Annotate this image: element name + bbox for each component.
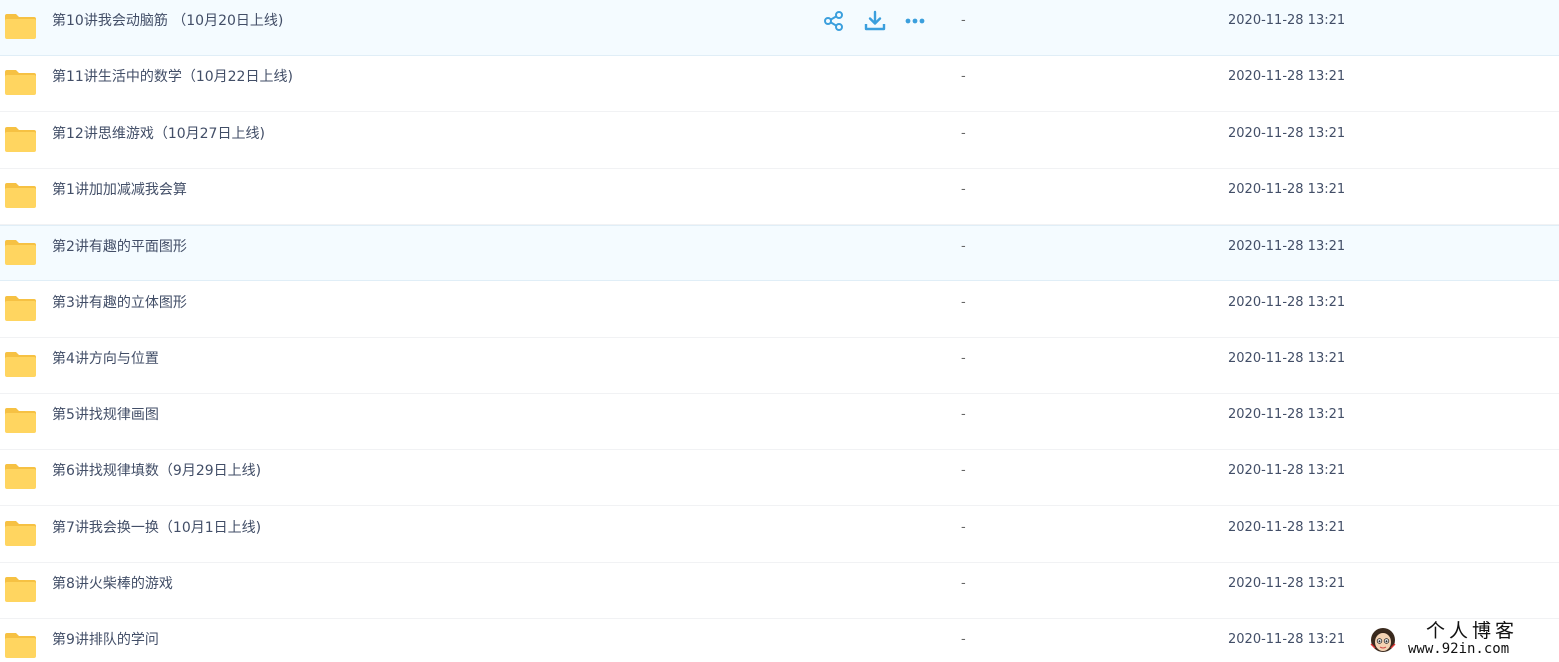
file-row[interactable]: 第5讲找规律画图 - 2020-11-28 13:21	[0, 394, 1559, 450]
file-name[interactable]: 第9讲排队的学问	[52, 619, 159, 661]
file-row[interactable]: 第8讲火柴棒的游戏 - 2020-11-28 13:21	[0, 563, 1559, 619]
folder-icon	[5, 521, 36, 546]
file-modified-date: 2020-11-28 13:21	[1228, 520, 1346, 535]
file-size: -	[961, 126, 966, 141]
file-size: -	[961, 407, 966, 422]
file-size: -	[961, 295, 966, 310]
file-size: -	[961, 520, 966, 535]
file-name[interactable]: 第11讲生活中的数学（10月22日上线)	[52, 56, 293, 98]
folder-icon	[5, 408, 36, 433]
folder-icon	[5, 14, 36, 39]
file-name[interactable]: 第7讲我会换一换（10月1日上线)	[52, 507, 261, 549]
folder-icon	[5, 577, 36, 602]
watermark-url: www.92in.com	[1408, 641, 1510, 657]
file-row[interactable]: 第4讲方向与位置 - 2020-11-28 13:21	[0, 338, 1559, 394]
watermark-title: 个人博客	[1426, 620, 1519, 642]
file-name[interactable]: 第10讲我会动脑筋 （10月20日上线)	[52, 0, 283, 42]
file-row[interactable]: 第12讲思维游戏（10月27日上线) - 2020-11-28 13:21	[0, 113, 1559, 169]
file-modified-date: 2020-11-28 13:21	[1228, 463, 1346, 478]
file-modified-date: 2020-11-28 13:21	[1228, 351, 1346, 366]
folder-icon	[5, 70, 36, 95]
share-icon	[824, 11, 843, 31]
folder-icon	[5, 127, 36, 152]
file-modified-date: 2020-11-28 13:21	[1228, 632, 1346, 647]
file-modified-date: 2020-11-28 13:21	[1228, 182, 1346, 197]
file-row[interactable]: 第2讲有趣的平面图形 - 2020-11-28 13:21	[0, 225, 1559, 281]
file-name[interactable]: 第6讲找规律填数（9月29日上线)	[52, 450, 261, 492]
file-row[interactable]: 第6讲找规律填数（9月29日上线) - 2020-11-28 13:21	[0, 450, 1559, 506]
file-modified-date: 2020-11-28 13:21	[1228, 13, 1346, 28]
file-size: -	[961, 69, 966, 84]
file-size: -	[961, 351, 966, 366]
file-modified-date: 2020-11-28 13:21	[1228, 407, 1346, 422]
file-modified-date: 2020-11-28 13:21	[1228, 295, 1346, 310]
file-size: -	[961, 239, 966, 254]
file-size: -	[961, 13, 966, 28]
file-row[interactable]: 第3讲有趣的立体图形 - 2020-11-28 13:21	[0, 282, 1559, 338]
file-name[interactable]: 第12讲思维游戏（10月27日上线)	[52, 113, 265, 155]
folder-icon	[5, 183, 36, 208]
file-modified-date: 2020-11-28 13:21	[1228, 239, 1346, 254]
file-name[interactable]: 第1讲加加减减我会算	[52, 169, 187, 211]
share-button[interactable]	[822, 9, 846, 33]
folder-icon	[5, 633, 36, 658]
file-name[interactable]: 第8讲火柴棒的游戏	[52, 563, 173, 605]
folder-icon	[5, 464, 36, 489]
file-name[interactable]: 第3讲有趣的立体图形	[52, 282, 187, 324]
download-button[interactable]	[863, 9, 887, 33]
file-row[interactable]: 第9讲排队的学问 - 2020-11-28 13:21	[0, 619, 1559, 662]
file-name[interactable]: 第5讲找规律画图	[52, 394, 159, 436]
file-row[interactable]: 第11讲生活中的数学（10月22日上线) - 2020-11-28 13:21	[0, 56, 1559, 112]
file-row[interactable]: 第7讲我会换一换（10月1日上线) - 2020-11-28 13:21	[0, 507, 1559, 563]
file-row[interactable]: 第10讲我会动脑筋 （10月20日上线) - 2020-11-28 13:21	[0, 0, 1559, 56]
file-size: -	[961, 182, 966, 197]
folder-icon	[5, 352, 36, 377]
more-icon	[905, 18, 925, 24]
more-button[interactable]	[903, 9, 927, 33]
file-size: -	[961, 576, 966, 591]
file-name[interactable]: 第4讲方向与位置	[52, 338, 159, 380]
download-icon	[864, 10, 886, 31]
file-name[interactable]: 第2讲有趣的平面图形	[52, 226, 187, 268]
watermark-avatar-icon	[1370, 628, 1396, 652]
file-row[interactable]: 第1讲加加减减我会算 - 2020-11-28 13:21	[0, 169, 1559, 225]
file-list: 第10讲我会动脑筋 （10月20日上线) -2020-11-28 13:21 第11…	[0, 0, 1559, 662]
file-modified-date: 2020-11-28 13:21	[1228, 69, 1346, 84]
folder-icon	[5, 240, 36, 265]
folder-icon	[5, 296, 36, 321]
file-modified-date: 2020-11-28 13:21	[1228, 576, 1346, 591]
watermark: 个人博客 www.92in.com	[1362, 620, 1552, 660]
file-size: -	[961, 632, 966, 647]
file-size: -	[961, 463, 966, 478]
file-modified-date: 2020-11-28 13:21	[1228, 126, 1346, 141]
